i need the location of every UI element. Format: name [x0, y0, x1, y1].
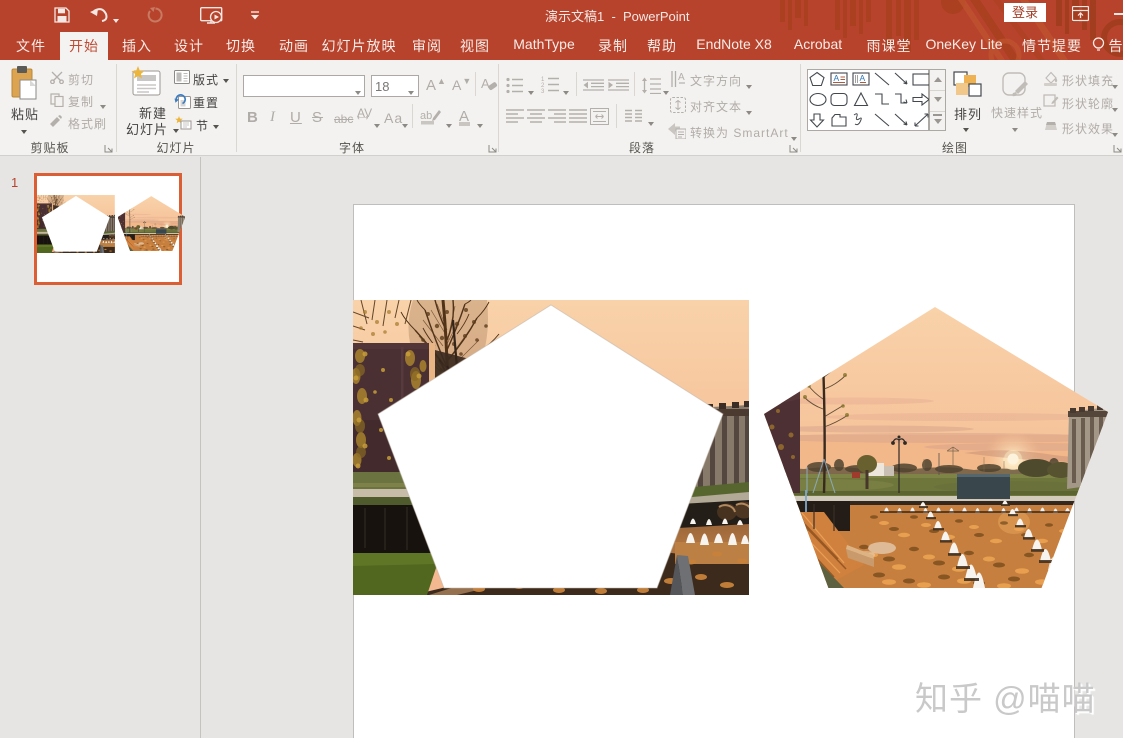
svg-text:3: 3 — [541, 89, 545, 94]
svg-text:A: A — [834, 73, 840, 83]
svg-text:A: A — [481, 76, 490, 91]
svg-text:ab: ab — [420, 110, 432, 122]
svg-text:A: A — [678, 72, 685, 83]
svg-text:A: A — [860, 73, 866, 83]
